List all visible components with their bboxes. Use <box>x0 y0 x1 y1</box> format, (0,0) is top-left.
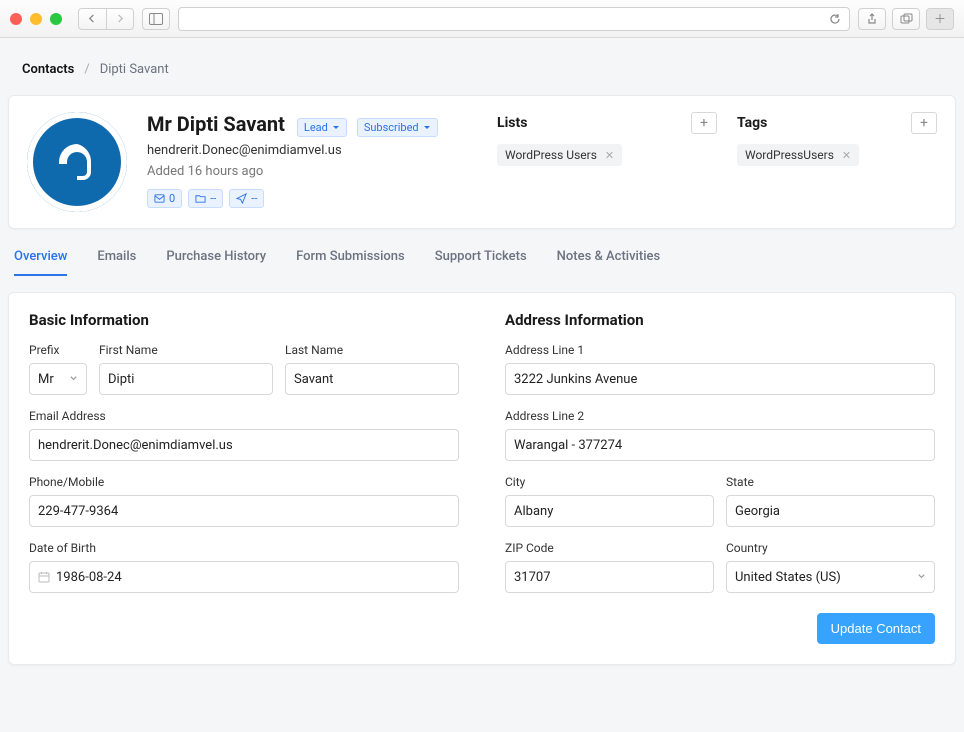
added-time: Added 16 hours ago <box>147 164 477 179</box>
tag-chip-label: WordPressUsers <box>745 148 834 162</box>
maximize-window-button[interactable] <box>50 13 62 25</box>
breadcrumb: Contacts / Dipti Savant <box>8 56 956 95</box>
lists-chips: WordPress Users ✕ <box>497 144 717 166</box>
addr1-label: Address Line 1 <box>505 343 935 357</box>
chevron-down-icon <box>69 372 78 387</box>
phone-label: Phone/Mobile <box>29 475 459 489</box>
send-icon <box>236 193 247 204</box>
breadcrumb-root[interactable]: Contacts <box>22 62 74 77</box>
address-info-heading: Address Information <box>505 311 935 329</box>
folder-icon <box>195 193 206 204</box>
addr2-input[interactable]: Warangal - 377274 <box>505 429 935 461</box>
tab-purchase-history[interactable]: Purchase History <box>166 249 266 276</box>
dob-label: Date of Birth <box>29 541 459 555</box>
prefix-label: Prefix <box>29 343 87 357</box>
tags-heading: Tags <box>737 115 767 131</box>
state-input[interactable]: Georgia <box>726 495 935 527</box>
remove-tag-icon[interactable]: ✕ <box>842 149 851 162</box>
tags-chips: WordPressUsers ✕ <box>737 144 937 166</box>
stat-folders[interactable]: -- <box>188 189 223 208</box>
nav-forward-button[interactable] <box>106 9 134 29</box>
browser-chrome: ＋ <box>0 0 964 38</box>
contact-name: Mr Dipti Savant <box>147 112 285 136</box>
first-name-label: First Name <box>99 343 273 357</box>
lists-heading: Lists <box>497 115 527 131</box>
dob-input[interactable]: 1986-08-24 <box>29 561 459 593</box>
minimize-window-button[interactable] <box>30 13 42 25</box>
zip-input[interactable]: 31707 <box>505 561 714 593</box>
addr2-label: Address Line 2 <box>505 409 935 423</box>
zip-label: ZIP Code <box>505 541 714 555</box>
chevron-down-icon <box>423 124 431 132</box>
last-name-input[interactable]: Savant <box>285 363 459 395</box>
avatar <box>27 112 127 212</box>
stat-emails[interactable]: 0 <box>147 189 182 208</box>
subscription-label: Subscribed <box>364 121 419 134</box>
chevron-down-icon <box>332 124 340 132</box>
calendar-icon <box>38 571 50 583</box>
remove-list-icon[interactable]: ✕ <box>605 149 614 162</box>
list-chip[interactable]: WordPress Users ✕ <box>497 144 622 166</box>
state-label: State <box>726 475 935 489</box>
city-input[interactable]: Albany <box>505 495 714 527</box>
prefix-select[interactable]: Mr <box>29 363 87 395</box>
add-list-button[interactable]: + <box>691 112 717 134</box>
sidebar-toggle-button[interactable] <box>142 8 170 30</box>
breadcrumb-current: Dipti Savant <box>100 62 169 77</box>
contact-email: hendrerit.Donec@enimdiamvel.us <box>147 143 477 158</box>
breadcrumb-separator: / <box>84 62 89 77</box>
url-bar[interactable] <box>178 7 850 31</box>
contact-form-card: Basic Information Prefix Mr First Name <box>8 292 956 665</box>
tab-notes-activities[interactable]: Notes & Activities <box>557 249 661 276</box>
lead-status-label: Lead <box>304 121 328 134</box>
first-name-input[interactable]: Dipti <box>99 363 273 395</box>
phone-input[interactable]: 229-477-9364 <box>29 495 459 527</box>
addr1-input[interactable]: 3222 Junkins Avenue <box>505 363 935 395</box>
new-tab-button[interactable]: ＋ <box>926 8 954 30</box>
email-label: Email Address <box>29 409 459 423</box>
chevron-down-icon <box>917 570 926 585</box>
tab-overview[interactable]: Overview <box>14 249 67 276</box>
country-label: Country <box>726 541 935 555</box>
tab-support-tickets[interactable]: Support Tickets <box>435 249 527 276</box>
lead-status-pill[interactable]: Lead <box>297 118 347 137</box>
update-contact-button[interactable]: Update Contact <box>817 613 935 644</box>
tabs-overview-button[interactable] <box>892 8 920 30</box>
last-name-label: Last Name <box>285 343 459 357</box>
email-input[interactable]: hendrerit.Donec@enimdiamvel.us <box>29 429 459 461</box>
add-tag-button[interactable]: + <box>911 112 937 134</box>
country-select[interactable]: United States (US) <box>726 561 935 593</box>
basic-info-heading: Basic Information <box>29 311 459 329</box>
close-window-button[interactable] <box>10 13 22 25</box>
contact-header-card: Mr Dipti Savant Lead Subscribed hendreri… <box>8 95 956 229</box>
tab-emails[interactable]: Emails <box>97 249 136 276</box>
window-controls <box>10 13 62 25</box>
tab-form-submissions[interactable]: Form Submissions <box>296 249 405 276</box>
share-button[interactable] <box>858 8 886 30</box>
avatar-glyph-icon <box>53 138 101 186</box>
list-chip-label: WordPress Users <box>505 148 597 162</box>
detail-tabs: Overview Emails Purchase History Form Su… <box>8 229 956 276</box>
nav-back-button[interactable] <box>79 9 106 29</box>
subscription-pill[interactable]: Subscribed <box>357 118 438 137</box>
reload-icon <box>829 13 841 25</box>
tag-chip[interactable]: WordPressUsers ✕ <box>737 144 859 166</box>
envelope-icon <box>154 193 165 204</box>
nav-back-forward <box>78 8 134 30</box>
city-label: City <box>505 475 714 489</box>
stat-sends[interactable]: -- <box>229 189 264 208</box>
